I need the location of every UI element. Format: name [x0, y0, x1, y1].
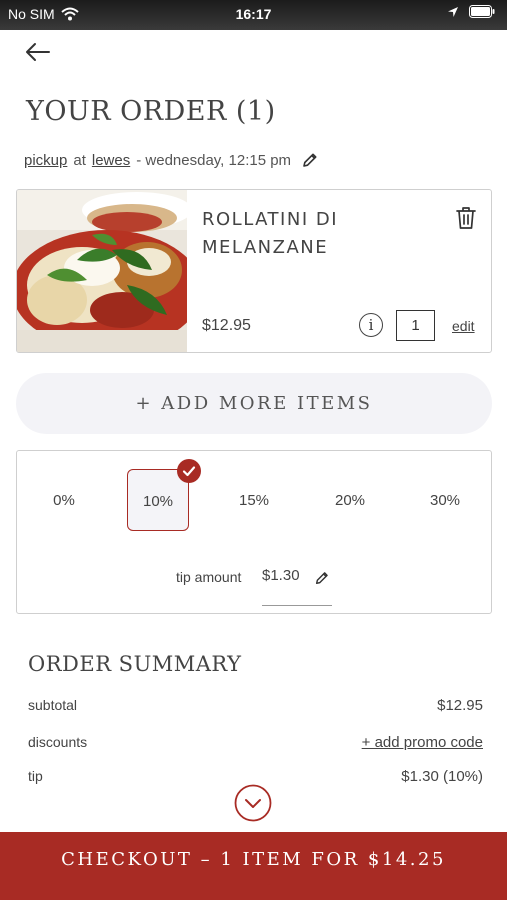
back-arrow-icon [26, 43, 50, 61]
checkout-button[interactable]: CHECKOUT – 1 ITEM FOR $14.25 [0, 832, 507, 900]
pickup-time: - wednesday, 12:15 pm [136, 151, 292, 169]
summary-row-subtotal: subtotal $12.95 [28, 697, 483, 714]
summary-row-tip: tip $1.30 (10%) [28, 768, 483, 785]
item-price: $12.95 [202, 317, 251, 334]
status-bar: No SIM 16:17 [0, 0, 507, 30]
item-info-button[interactable]: i [359, 313, 383, 337]
order-details-line: pickup at lewes - wednesday, 12:15 pm [24, 151, 319, 169]
tip-option-20[interactable]: 20% [319, 469, 381, 531]
tip-option-0[interactable]: 0% [33, 469, 95, 531]
add-promo-code-link[interactable]: + add promo code [362, 734, 483, 751]
tip-label: tip [28, 768, 43, 784]
pencil-icon[interactable] [301, 151, 319, 169]
tip-option-30[interactable]: 30% [414, 469, 476, 531]
pencil-icon[interactable] [314, 570, 330, 586]
tip-amount-label: tip amount [176, 569, 242, 585]
location-arrow-icon [448, 6, 458, 17]
chevron-down-icon [234, 784, 272, 822]
tip-value: $1.30 (10%) [401, 768, 483, 785]
edit-item-link[interactable]: edit [452, 318, 475, 334]
at-label: at [73, 151, 86, 169]
delete-item-button[interactable] [454, 205, 478, 231]
tip-selector: 0% 10% 15% 20% 30% tip amount $1.30 [16, 450, 492, 614]
subtotal-value: $12.95 [437, 697, 483, 714]
discounts-label: discounts [28, 734, 88, 750]
page-title: YOUR ORDER (1) [26, 96, 276, 127]
trash-icon [456, 207, 476, 229]
food-photo [17, 190, 187, 352]
pickup-method-link[interactable]: pickup [24, 152, 67, 169]
location-link[interactable]: lewes [92, 152, 130, 169]
back-button[interactable] [22, 38, 54, 66]
selected-check-icon [177, 459, 201, 483]
status-right-icons [447, 5, 495, 18]
item-name: ROLLATINI DI MELANZANE [202, 209, 339, 258]
cart-item-card: ROLLATINI DI MELANZANE $12.95 i 1 edit [16, 189, 492, 353]
summary-row-discounts: discounts + add promo code [28, 734, 483, 751]
battery-icon [469, 5, 495, 18]
quantity-input[interactable]: 1 [396, 310, 435, 341]
clock: 16:17 [235, 6, 272, 22]
tip-amount-value: $1.30 [262, 567, 300, 584]
tip-option-15[interactable]: 15% [223, 469, 285, 531]
order-summary-title: ORDER SUMMARY [28, 652, 242, 676]
subtotal-label: subtotal [28, 697, 78, 713]
add-more-items-button[interactable]: + ADD MORE ITEMS [16, 373, 492, 434]
expand-summary-button[interactable] [234, 784, 272, 822]
